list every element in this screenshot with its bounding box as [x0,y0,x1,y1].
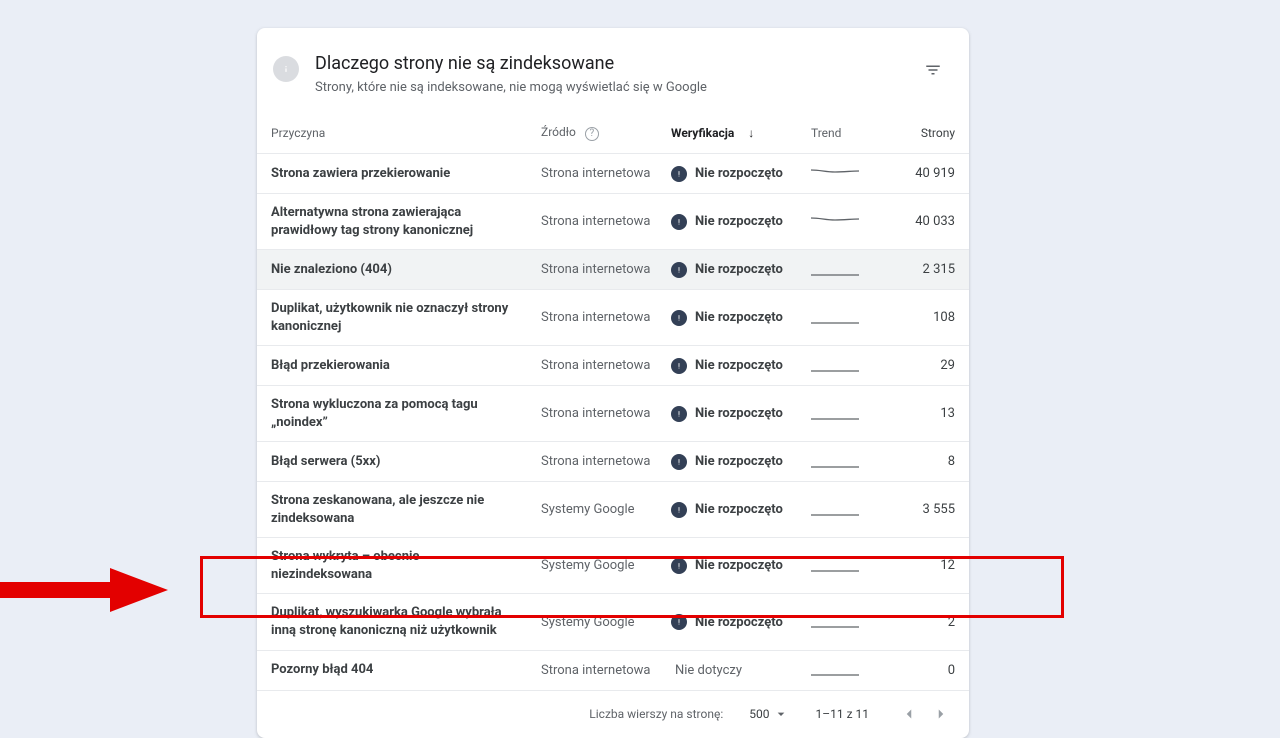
table-body: Strona zawiera przekierowanieStrona inte… [257,153,969,690]
col-verify-header[interactable]: Weryfikacja ↓ [671,126,811,140]
reason-cell: Strona zeskanowana, ale jeszcze nie zind… [271,492,541,527]
col-reason-header[interactable]: Przyczyna [271,126,541,140]
status-not-started: Nie rozpoczęto [671,558,811,574]
sort-descending-icon: ↓ [748,126,754,140]
table-row[interactable]: Strona zeskanowana, ale jeszcze nie zind… [257,481,969,537]
trend-cell [811,214,871,230]
reason-cell: Błąd przekierowania [271,357,541,375]
table-row[interactable]: Nie znaleziono (404)Strona internetowaNi… [257,249,969,289]
trend-cell [811,662,871,678]
table-row[interactable]: Strona wykryta – obecnie niezindeksowana… [257,537,969,593]
reason-cell: Duplikat, wyszukiwarka Google wybrała in… [271,604,541,639]
source-cell: Strona internetowa [541,454,671,469]
status-not-started-icon [671,262,687,278]
status-not-started: Nie rozpoczęto [671,358,811,374]
reason-cell: Strona wykluczona za pomocą tagu „noinde… [271,396,541,431]
info-icon [273,56,299,82]
pages-cell: 0 [871,663,955,678]
pagination-range: 1–11 z 11 [815,707,869,721]
source-cell: Strona internetowa [541,663,671,678]
table-row[interactable]: Duplikat, wyszukiwarka Google wybrała in… [257,593,969,649]
table-row[interactable]: Błąd serwera (5xx)Strona internetowaNie … [257,441,969,481]
status-not-started: Nie rozpoczęto [671,614,811,630]
table-row[interactable]: Błąd przekierowaniaStrona internetowaNie… [257,345,969,385]
status-not-started-icon [671,406,687,422]
reason-cell: Strona wykryta – obecnie niezindeksowana [271,548,541,583]
pages-cell: 29 [871,358,955,373]
pages-cell: 8 [871,454,955,469]
status-not-started: Nie rozpoczęto [671,406,811,422]
reason-cell: Alternatywna strona zawierająca prawidło… [271,204,541,239]
trend-cell [811,558,871,574]
status-not-started: Nie rozpoczęto [671,214,811,230]
source-cell: Strona internetowa [541,406,671,421]
status-not-started-icon [671,614,687,630]
reason-cell: Pozorny błąd 404 [271,661,541,679]
status-not-started-icon [671,502,687,518]
trend-cell [811,454,871,470]
pages-cell: 40 033 [871,214,955,229]
status-not-started: Nie rozpoczęto [671,166,811,182]
status-not-started: Nie rozpoczęto [671,310,811,326]
reason-cell: Duplikat, użytkownik nie oznaczył strony… [271,300,541,335]
source-cell: Strona internetowa [541,166,671,181]
indexing-reasons-card: Dlaczego strony nie są zindeksowane Stro… [257,28,969,738]
status-not-started-icon [671,166,687,182]
status-not-started-icon [671,310,687,326]
table-row[interactable]: Duplikat, użytkownik nie oznaczył strony… [257,289,969,345]
status-not-started: Nie rozpoczęto [671,262,811,278]
source-cell: Systemy Google [541,615,671,630]
col-trend-header[interactable]: Trend [811,126,871,140]
source-cell: Systemy Google [541,558,671,573]
table-row[interactable]: Alternatywna strona zawierająca prawidło… [257,193,969,249]
trend-cell [811,310,871,326]
help-icon[interactable]: ? [585,127,599,141]
card-title: Dlaczego strony nie są zindeksowane [315,52,921,76]
source-cell: Strona internetowa [541,310,671,325]
card-header: Dlaczego strony nie są zindeksowane Stro… [257,28,969,113]
source-cell: Systemy Google [541,502,671,517]
status-not-started-icon [671,454,687,470]
prev-page-button[interactable] [895,700,923,728]
status-not-started-icon [671,214,687,230]
col-pages-header[interactable]: Strony [871,126,955,140]
status-not-started: Nie rozpoczęto [671,454,811,470]
rows-per-page-label: Liczba wierszy na stronę: [589,707,723,721]
table-header: Przyczyna Źródło ? Weryfikacja ↓ Trend S… [257,113,969,153]
source-cell: Strona internetowa [541,358,671,373]
pages-cell: 12 [871,558,955,573]
status-na: Nie dotyczy [671,663,811,678]
table-row[interactable]: Strona zawiera przekierowanieStrona inte… [257,153,969,193]
pages-cell: 2 [871,615,955,630]
pages-cell: 40 919 [871,166,955,181]
trend-cell [811,358,871,374]
status-not-started: Nie rozpoczęto [671,502,811,518]
trend-cell [811,502,871,518]
callout-arrow [0,560,170,620]
next-page-button[interactable] [927,700,955,728]
pages-cell: 108 [871,310,955,325]
trend-cell [811,166,871,182]
trend-cell [811,614,871,630]
col-source-header[interactable]: Źródło ? [541,125,671,141]
source-cell: Strona internetowa [541,214,671,229]
trend-cell [811,406,871,422]
table-footer: Liczba wierszy na stronę: 500 1–11 z 11 [257,690,969,738]
reason-cell: Nie znaleziono (404) [271,261,541,279]
reason-cell: Błąd serwera (5xx) [271,453,541,471]
status-not-started-icon [671,558,687,574]
status-not-started-icon [671,358,687,374]
pages-cell: 2 315 [871,262,955,277]
card-subtitle: Strony, które nie są indeksowane, nie mo… [315,80,921,95]
pages-cell: 3 555 [871,502,955,517]
source-cell: Strona internetowa [541,262,671,277]
pages-cell: 13 [871,406,955,421]
filter-button[interactable] [921,58,945,82]
table-row[interactable]: Strona wykluczona za pomocą tagu „noinde… [257,385,969,441]
table-row[interactable]: Pozorny błąd 404Strona internetowaNie do… [257,650,969,690]
reason-cell: Strona zawiera przekierowanie [271,165,541,183]
trend-cell [811,262,871,278]
